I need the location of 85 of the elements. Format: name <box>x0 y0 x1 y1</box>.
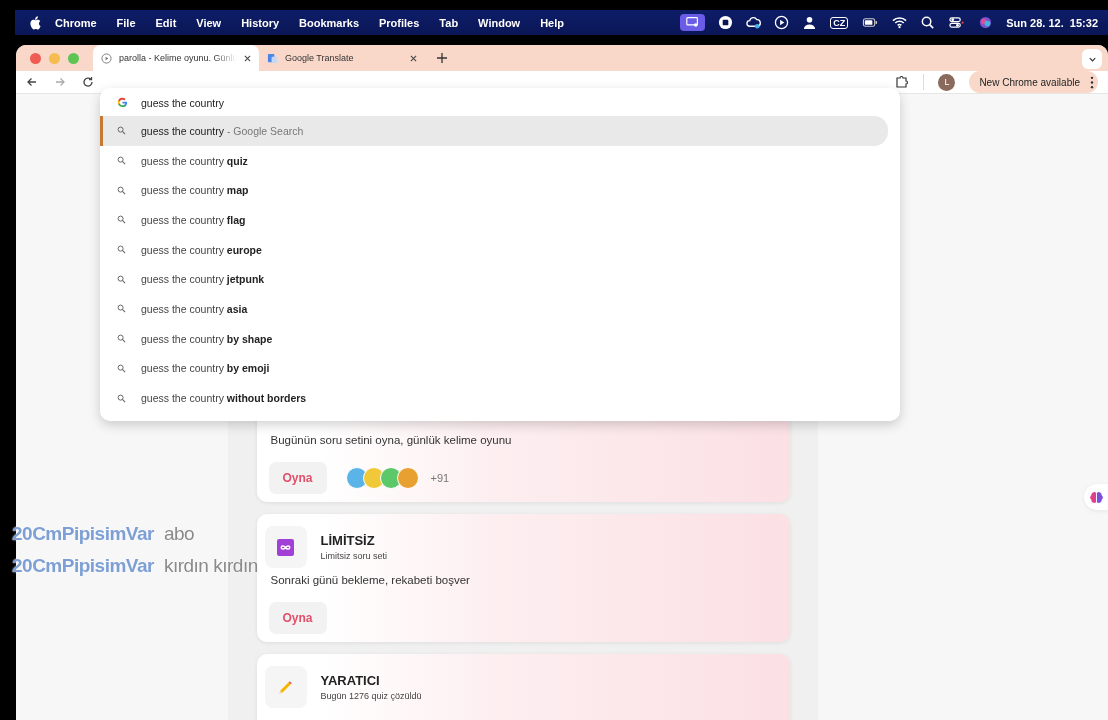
suggestion-text: guess the country flag <box>141 213 246 226</box>
card-title: YARATICI <box>320 673 381 688</box>
suggestion-text: guess the country by shape <box>141 332 273 345</box>
search-icon <box>117 126 126 136</box>
menu-item[interactable]: Profiles <box>379 16 420 29</box>
play-icon[interactable] <box>774 15 790 30</box>
suggestion-item[interactable]: guess the country map <box>100 175 888 206</box>
profile-avatar[interactable]: L <box>938 73 956 91</box>
suggestion-item[interactable]: guess the country - Google Search <box>100 116 888 146</box>
card-title: LİMİTSİZ <box>320 533 376 548</box>
player-avatar <box>396 467 419 489</box>
search-icon <box>117 334 126 344</box>
suggestion-hint: - Google Search <box>226 124 304 137</box>
suggestion-item[interactable]: guess the country quiz <box>100 145 888 176</box>
menu-item[interactable]: Edit <box>155 16 177 29</box>
menu-item[interactable]: Bookmarks <box>299 16 359 29</box>
menu-item[interactable]: View <box>196 16 222 29</box>
clock: Sun 28. 12. 15:32 <box>1006 16 1098 29</box>
suggestion-text: guess the country without borders <box>141 392 307 405</box>
menu-item[interactable]: File <box>116 16 136 29</box>
assistant-button[interactable] <box>1084 484 1108 510</box>
keyboard-layout[interactable]: CZ <box>830 16 849 29</box>
player-count: +91 <box>430 472 450 484</box>
reload-icon[interactable] <box>82 76 94 88</box>
translate-icon <box>267 52 278 64</box>
apple-icon[interactable] <box>29 15 41 30</box>
search-icon <box>117 393 126 403</box>
card-description: Sonraki günü bekleme, rekabeti boşver <box>270 574 471 586</box>
suggestion-item[interactable]: guess the country by emoji <box>100 353 888 384</box>
battery-icon[interactable] <box>861 15 880 30</box>
infinity-icon <box>277 538 294 556</box>
search-icon <box>117 156 126 166</box>
search-icon <box>117 304 126 314</box>
suggestion-text: guess the country <box>141 124 224 137</box>
play-icon <box>101 52 112 64</box>
wifi-icon[interactable] <box>892 15 908 30</box>
tab-search-button[interactable] <box>1082 49 1102 69</box>
menu-item[interactable]: Tab <box>439 16 459 29</box>
card-description: Bugünün soru setini oyna, günlük kelime oyunu <box>270 434 513 446</box>
puzzle-icon[interactable] <box>895 75 910 89</box>
brain-icon <box>1089 490 1103 504</box>
address-field[interactable]: guess the country <box>141 96 441 109</box>
chat-message: abo <box>163 523 195 545</box>
suggestion-item[interactable]: guess the country jetpunk <box>100 264 888 295</box>
cloud-icon[interactable] <box>746 15 762 30</box>
suggestion-text: guess the country by emoji <box>141 362 270 375</box>
chat-message: kırdın kırdın <box>163 555 258 577</box>
tab-title: Google Translate <box>285 53 355 63</box>
suggestion-item[interactable]: guess the country europe <box>100 234 888 265</box>
suggestion-item[interactable]: guess the country asia <box>100 294 888 324</box>
update-button[interactable]: New Chrome available <box>969 71 1098 93</box>
close-window-button[interactable] <box>30 52 41 64</box>
more-icon <box>1090 75 1094 89</box>
suggestion-text: guess the country europe <box>141 243 262 256</box>
card-subtitle: Bugün 1276 quiz çözüldü <box>320 691 422 701</box>
control-center-icon[interactable] <box>948 15 966 30</box>
pencil-icon <box>277 678 294 696</box>
suggestion-item[interactable]: guess the country without borders <box>100 383 888 413</box>
new-tab-icon[interactable] <box>437 53 447 63</box>
search-icon <box>117 215 126 225</box>
search-icon <box>117 185 126 195</box>
close-icon[interactable] <box>410 54 417 62</box>
suggestion-text: guess the country asia <box>141 302 248 315</box>
search-icon <box>117 245 126 255</box>
record-icon[interactable] <box>718 15 734 30</box>
google-icon <box>117 97 128 108</box>
suggestion-item[interactable]: guess the country flag <box>100 205 888 235</box>
search-icon <box>117 363 126 373</box>
suggestion-text: guess the country map <box>141 184 249 197</box>
menu-item[interactable]: Window <box>478 16 521 29</box>
app-menu[interactable]: Chrome <box>55 16 97 29</box>
suggestion-text: guess the country quiz <box>141 154 248 167</box>
menu-item[interactable]: Help <box>540 16 564 29</box>
menu-item[interactable]: History <box>241 16 280 29</box>
card-subtitle: Limitsiz soru seti <box>320 551 387 561</box>
suggestion-text: guess the country jetpunk <box>141 273 265 286</box>
search-icon <box>117 274 126 284</box>
back-icon[interactable] <box>26 76 38 88</box>
search-icon[interactable] <box>920 15 936 30</box>
person-icon[interactable] <box>802 15 818 30</box>
screen-share-icon[interactable] <box>680 14 706 31</box>
siri-icon[interactable] <box>978 15 994 30</box>
browser-tab[interactable]: Google Translate <box>259 45 425 71</box>
suggestion-item[interactable]: guess the country by shape <box>100 323 888 354</box>
close-icon[interactable] <box>244 54 251 62</box>
